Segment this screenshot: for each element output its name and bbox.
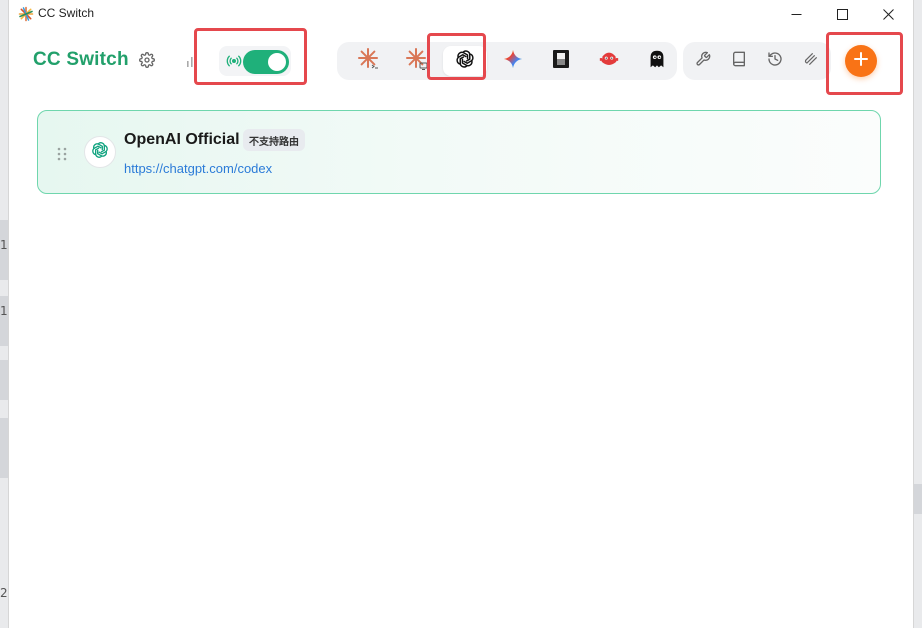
maximize-icon xyxy=(836,5,848,24)
background-window-strip xyxy=(914,484,922,514)
square-block-icon xyxy=(552,49,570,73)
skills-button[interactable] xyxy=(801,51,821,71)
history-icon xyxy=(767,51,783,71)
close-button[interactable] xyxy=(865,0,911,28)
title-bar[interactable]: CC Switch xyxy=(9,0,915,28)
provider-card[interactable]: OpenAI Official 不支持路由 https://chatgpt.co… xyxy=(37,110,881,194)
gemini-sparkle-icon xyxy=(502,48,524,74)
routing-badge: 不支持路由 xyxy=(243,129,305,151)
app-window: CC Switch CC Switch OpenAI Official 不支持路… xyxy=(8,0,914,628)
maximize-button[interactable] xyxy=(819,0,865,28)
skills-icon xyxy=(803,51,819,71)
ghost-icon xyxy=(646,48,668,74)
tab-red-bot[interactable] xyxy=(587,46,631,76)
minimize-button[interactable] xyxy=(773,0,819,28)
tab-opencode[interactable] xyxy=(539,46,583,76)
wrench-icon xyxy=(695,51,711,71)
tab-claude-code[interactable] xyxy=(347,46,391,76)
tab-gemini[interactable] xyxy=(491,46,535,76)
provider-logo xyxy=(84,136,116,168)
tab-ghost[interactable] xyxy=(635,46,679,76)
provider-name: OpenAI Official xyxy=(124,131,240,148)
background-text: 2 xyxy=(0,586,8,600)
background-window-strip xyxy=(0,360,8,400)
highlight-box xyxy=(826,32,903,95)
claude-terminal-icon xyxy=(357,47,381,75)
brand-title: CC Switch xyxy=(33,49,129,70)
minimize-icon xyxy=(791,5,802,24)
history-button[interactable] xyxy=(765,51,785,71)
settings-button[interactable] xyxy=(137,52,157,72)
provider-url-link[interactable]: https://chatgpt.com/codex xyxy=(124,161,272,176)
tools-button[interactable] xyxy=(693,51,713,71)
book-icon xyxy=(731,51,747,71)
claude-desktop-icon xyxy=(405,47,429,75)
red-robot-icon xyxy=(598,48,620,74)
window-title: CC Switch xyxy=(38,6,95,20)
background-window-strip xyxy=(0,418,8,478)
drag-handle-icon[interactable] xyxy=(56,146,68,162)
tool-group xyxy=(683,42,831,80)
app-switcher xyxy=(337,42,677,80)
docs-button[interactable] xyxy=(729,51,749,71)
close-icon xyxy=(882,5,894,24)
app-logo-icon xyxy=(18,6,34,22)
highlight-box xyxy=(427,33,486,80)
openai-icon xyxy=(90,140,110,164)
gear-icon xyxy=(139,52,155,72)
highlight-box xyxy=(194,28,307,85)
